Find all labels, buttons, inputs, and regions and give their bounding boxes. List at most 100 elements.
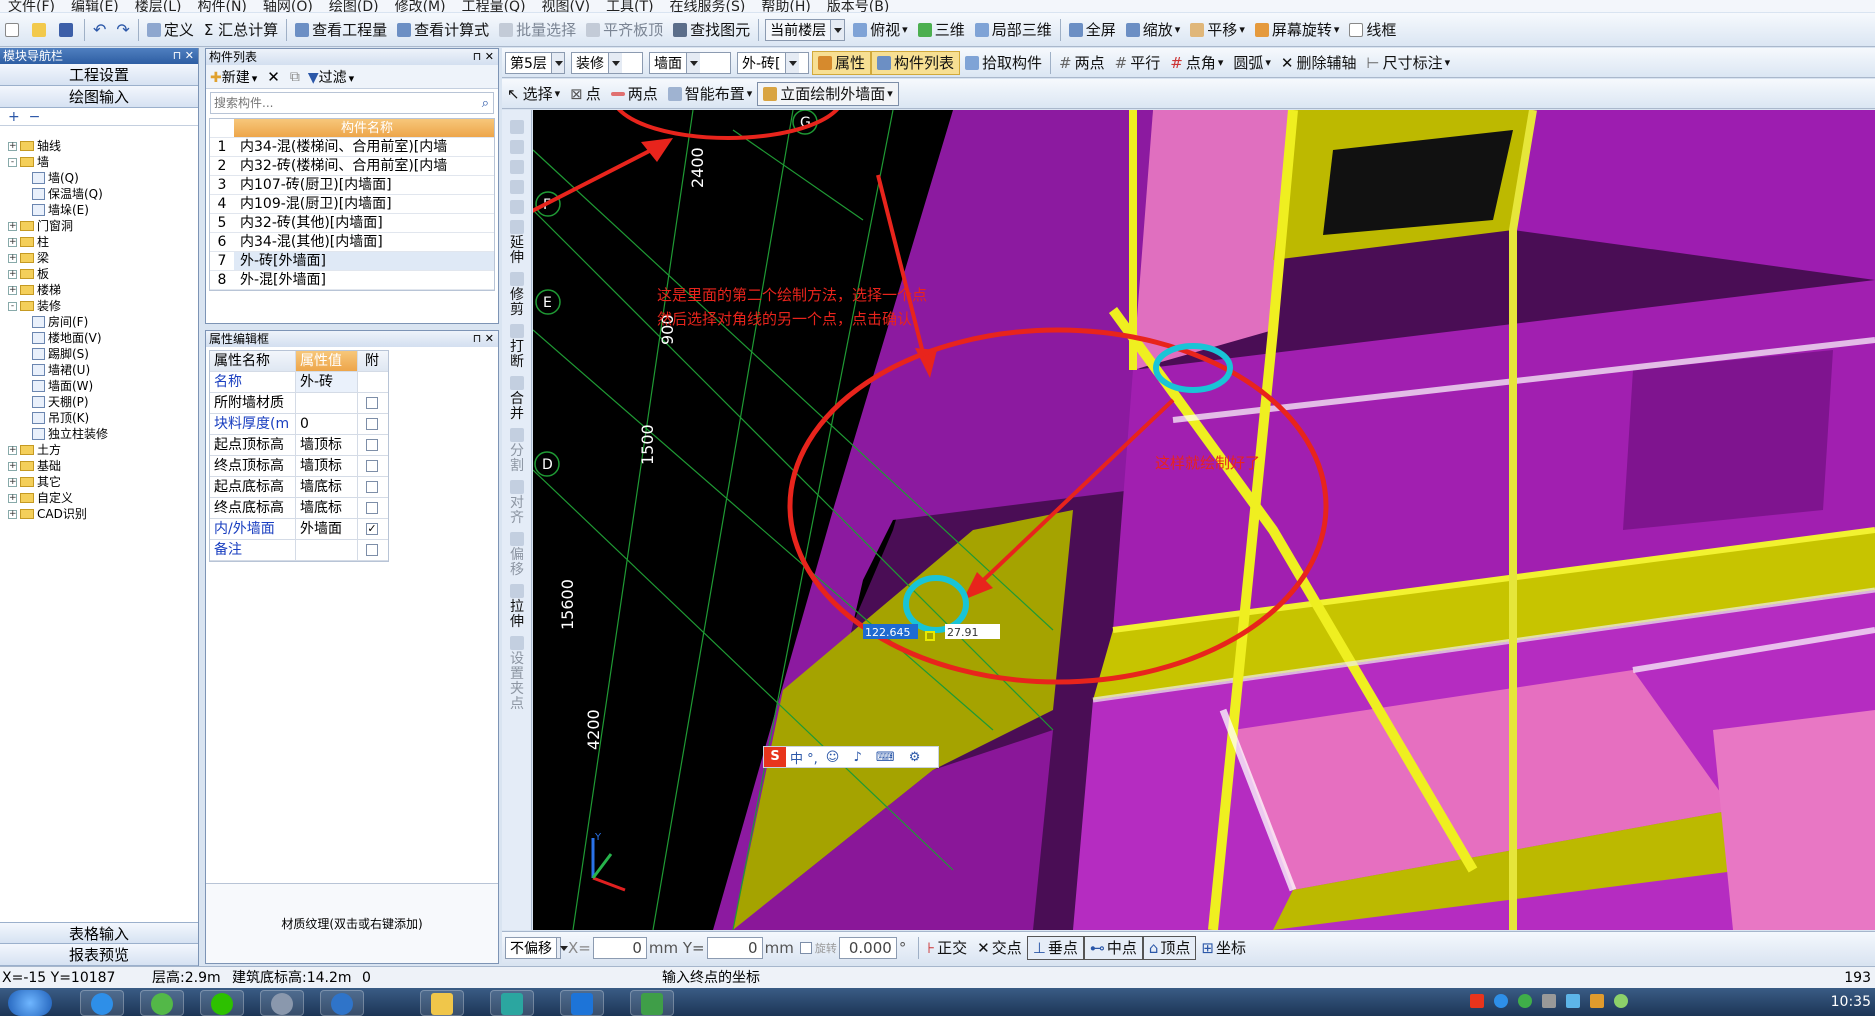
pin-close-icon[interactable]: ⊓ ✕ [473, 49, 494, 65]
menu-item-0[interactable]: 文件(F) [0, 0, 63, 12]
side-tool-button[interactable]: 分割 [502, 428, 532, 474]
tool-1[interactable] [502, 120, 532, 134]
find-element-button[interactable]: 查找图元 [668, 18, 755, 42]
component-list-button[interactable]: 构件列表 [871, 50, 961, 75]
texture-hint[interactable]: 材质纹理(双击或右键添加) [206, 883, 498, 963]
taskbar-app-9[interactable] [630, 990, 674, 1016]
component-row[interactable]: 1 内34-混(楼梯间、合用前室)[内墙 [210, 138, 494, 157]
property-value[interactable] [296, 393, 358, 413]
tray-icon-3[interactable] [1518, 994, 1532, 1008]
expand-icon[interactable]: + [8, 493, 17, 503]
arc-button[interactable]: 圆弧 [1228, 51, 1276, 75]
side-tool-button[interactable]: 拉伸 [502, 584, 532, 630]
tray-icon-4[interactable] [1542, 994, 1556, 1008]
tree-node[interactable]: + 板 [8, 266, 198, 282]
expand-icon[interactable]: + [8, 253, 17, 263]
coordinate-button[interactable]: ⊞ 坐标 [1196, 936, 1251, 960]
smart-layout-button[interactable]: 智能布置 [663, 82, 758, 106]
redo-button[interactable]: ↷ [111, 18, 134, 42]
ortho-button[interactable]: ⊦ 正交 [922, 936, 972, 960]
property-value[interactable]: 墙底标 [296, 498, 358, 518]
property-value[interactable]: 外-砖 [296, 372, 358, 392]
tree-node[interactable]: + 门窗洞 [8, 218, 198, 234]
attach-checkbox[interactable] [366, 397, 378, 409]
menu-item-1[interactable]: 编辑(E) [63, 0, 127, 12]
vertex-button[interactable]: ⌂ 顶点 [1142, 935, 1197, 960]
tree-node[interactable]: 天棚(P) [8, 394, 198, 410]
align-slab-button[interactable]: 平齐板顶 [581, 18, 668, 42]
taskbar-clock[interactable]: 10:35 [1831, 994, 1871, 1010]
tree-node[interactable]: 独立柱装修 [8, 426, 198, 442]
search-icon[interactable]: ⌕ [482, 96, 493, 111]
midpoint-button[interactable]: ⊷ 中点 [1083, 935, 1143, 960]
component-row[interactable]: 5 内32-砖(其他)[内墙面] [210, 214, 494, 233]
tree-node[interactable]: + 自定义 [8, 490, 198, 506]
delete-component-icon[interactable]: ✕ [267, 68, 280, 86]
tool-4[interactable] [502, 180, 532, 194]
top-view-button[interactable]: 俯视 [848, 18, 913, 42]
attach-checkbox[interactable] [366, 481, 378, 493]
tree-node[interactable]: + 基础 [8, 458, 198, 474]
tool-3[interactable] [502, 160, 532, 174]
tree-node[interactable]: + 梁 [8, 250, 198, 266]
tree-node[interactable]: -墙 [8, 154, 198, 170]
taskbar-app-2[interactable] [140, 990, 184, 1016]
side-tool-button[interactable]: 对齐 [502, 480, 532, 526]
menu-item-12[interactable]: 版本号(B) [819, 0, 898, 12]
open-file-button[interactable] [27, 18, 54, 42]
aux-two-points-button[interactable]: # 两点 [1054, 51, 1110, 75]
floor-select[interactable]: 第5层 [505, 51, 565, 74]
define-button[interactable]: 定义 [142, 18, 199, 42]
expand-icon[interactable]: + [8, 445, 17, 455]
expand-icon[interactable]: + [8, 477, 17, 487]
new-file-button[interactable] [0, 18, 27, 42]
taskbar-app-8[interactable] [560, 990, 604, 1016]
tree-node[interactable]: + 其它 [8, 474, 198, 490]
attach-checkbox[interactable] [366, 544, 378, 556]
table-input-button[interactable]: 表格输入 [0, 922, 198, 944]
copy-component-icon[interactable]: ⧉ [290, 69, 300, 85]
select-button[interactable]: ↖ 选择 [502, 82, 565, 106]
y-input[interactable]: 0 [706, 936, 763, 959]
tree-node[interactable]: 吊顶(K) [8, 410, 198, 426]
collapse-icon[interactable]: - [8, 301, 17, 311]
view-formula-button[interactable]: 查看计算式 [392, 18, 494, 42]
tray-icon-5[interactable] [1566, 994, 1580, 1008]
menu-item-10[interactable]: 在线服务(S) [662, 0, 754, 12]
property-value[interactable]: 墙顶标 [296, 456, 358, 476]
tree-node[interactable]: 墙(Q) [8, 170, 198, 186]
attach-checkbox[interactable] [366, 439, 378, 451]
taskbar-app-1[interactable] [80, 990, 124, 1016]
side-tool-button[interactable]: 合并 [502, 376, 532, 422]
fullscreen-button[interactable]: 全屏 [1064, 18, 1121, 42]
pick-component-button[interactable]: 拾取构件 [960, 51, 1047, 75]
side-tool-button[interactable]: 偏移 [502, 532, 532, 578]
expand-icon[interactable]: + [8, 237, 17, 247]
filter-button[interactable]: ▼过滤 [308, 67, 354, 87]
component-row[interactable]: 3 内107-砖(厨卫)[内墙面] [210, 176, 494, 195]
expand-icon[interactable]: + [8, 221, 17, 231]
tree-node[interactable]: + 楼梯 [8, 282, 198, 298]
expand-icon[interactable]: + [8, 285, 17, 295]
attach-checkbox[interactable] [366, 460, 378, 472]
project-settings-button[interactable]: 工程设置 [0, 64, 198, 86]
expand-icon[interactable]: + [8, 509, 17, 519]
tree-node[interactable]: 墙面(W) [8, 378, 198, 394]
menu-item-6[interactable]: 修改(M) [387, 0, 454, 12]
taskbar-app-5[interactable] [320, 990, 364, 1016]
tree-node[interactable]: 楼地面(V) [8, 330, 198, 346]
new-component-button[interactable]: ✚新建 [210, 67, 257, 87]
tray-sogou-icon[interactable] [1470, 994, 1484, 1008]
drawing-input-button[interactable]: 绘图输入 [0, 86, 198, 108]
side-tool-button[interactable]: 设置夹点 [502, 636, 532, 712]
zoom-button[interactable]: 缩放 [1121, 18, 1186, 42]
rotate-checkbox[interactable] [799, 941, 812, 954]
tree-node[interactable]: + CAD识别 [8, 506, 198, 522]
menu-item-11[interactable]: 帮助(H) [753, 0, 818, 12]
tree-node[interactable]: 踢脚(S) [8, 346, 198, 362]
sum-calc-button[interactable]: Σ 汇总计算 [199, 18, 283, 42]
coord-input-1[interactable]: 122.645 [865, 626, 911, 639]
property-value[interactable]: 0 [296, 414, 358, 434]
tree-node[interactable]: 墙裙(U) [8, 362, 198, 378]
collapse-all-icon[interactable]: − [29, 109, 41, 125]
